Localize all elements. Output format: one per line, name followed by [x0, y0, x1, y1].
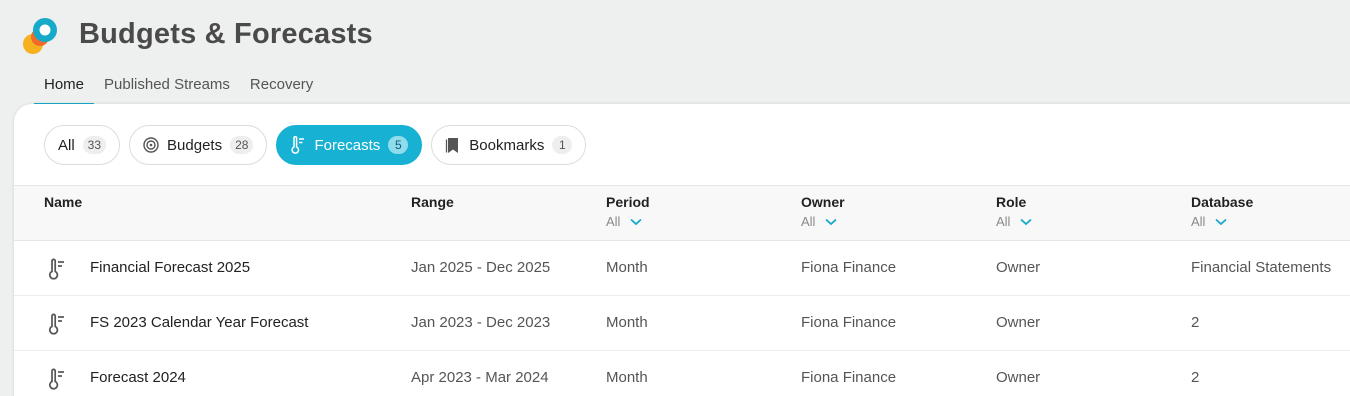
row-period: Month [606, 259, 648, 276]
chip-label: Budgets [167, 136, 223, 154]
chip-count: 1 [552, 136, 573, 154]
chevron-down-icon [1020, 218, 1033, 225]
top-nav: Home Published Streams Recovery [34, 72, 333, 105]
column-header-range[interactable]: Range [411, 194, 454, 210]
chip-bookmarks[interactable]: Bookmarks 1 [431, 125, 587, 165]
chip-count: 28 [230, 136, 254, 154]
forecast-thermometer-icon [47, 368, 67, 395]
row-role: Owner [996, 314, 1041, 331]
period-filter[interactable]: All [606, 214, 650, 229]
app-logo-icon [23, 18, 57, 54]
chevron-down-icon [825, 218, 838, 225]
row-range: Apr 2023 - Mar 2024 [411, 369, 549, 386]
row-database: 2 [1191, 369, 1200, 386]
forecast-thermometer-icon [47, 313, 67, 340]
row-range: Jan 2023 - Dec 2023 [411, 314, 551, 331]
column-header-owner: Owner All [801, 194, 845, 229]
tab-recovery[interactable]: Recovery [250, 72, 313, 105]
chip-all[interactable]: All 33 [44, 125, 121, 165]
row-owner: Fiona Finance [801, 369, 897, 386]
column-header-database: Database All [1191, 194, 1254, 229]
chip-label: Bookmarks [469, 136, 545, 154]
table-row[interactable]: Forecast 2024 Apr 2023 - Mar 2024 Month … [14, 351, 1350, 396]
row-period: Month [606, 314, 648, 331]
row-owner: Fiona Finance [801, 314, 897, 331]
row-name[interactable]: FS 2023 Calendar Year Forecast [90, 314, 308, 331]
app-title: Budgets & Forecasts [79, 18, 373, 50]
bookmark-icon [445, 136, 461, 154]
filter-chips: All 33 Budgets 28 Forecasts 5 Bookmarks … [44, 125, 587, 165]
table-header: Name Range Period All Owner All Role All [14, 185, 1350, 241]
chevron-down-icon [630, 218, 643, 225]
chip-budgets[interactable]: Budgets 28 [129, 125, 268, 165]
row-owner: Fiona Finance [801, 259, 897, 276]
role-filter[interactable]: All [996, 214, 1033, 229]
chip-count: 33 [82, 136, 107, 154]
chip-forecasts[interactable]: Forecasts 5 [276, 125, 423, 165]
table-row[interactable]: FS 2023 Calendar Year Forecast Jan 2023 … [14, 296, 1350, 351]
chip-count: 5 [388, 136, 409, 154]
row-role: Owner [996, 259, 1041, 276]
forecast-thermometer-icon [290, 136, 306, 154]
row-name[interactable]: Forecast 2024 [90, 369, 186, 386]
row-database: Financial Statements [1191, 259, 1332, 276]
table-row[interactable]: Financial Forecast 2025 Jan 2025 - Dec 2… [14, 241, 1350, 296]
forecast-thermometer-icon [47, 258, 67, 285]
column-header-role: Role All [996, 194, 1033, 229]
tab-home[interactable]: Home [34, 72, 95, 105]
chevron-down-icon [1215, 218, 1228, 225]
row-range: Jan 2025 - Dec 2025 [411, 259, 551, 276]
row-name[interactable]: Financial Forecast 2025 [90, 259, 250, 276]
column-header-period: Period All [606, 194, 650, 229]
tab-published-streams[interactable]: Published Streams [104, 72, 230, 105]
target-icon [143, 137, 159, 153]
column-header-name[interactable]: Name [44, 194, 82, 210]
row-role: Owner [996, 369, 1041, 386]
row-database: 2 [1191, 314, 1200, 331]
owner-filter[interactable]: All [801, 214, 845, 229]
chip-label: Forecasts [314, 136, 381, 154]
content-panel: All 33 Budgets 28 Forecasts 5 Bookmarks … [14, 104, 1350, 396]
row-period: Month [606, 369, 648, 386]
database-filter[interactable]: All [1191, 214, 1253, 229]
chip-label: All [58, 136, 75, 154]
